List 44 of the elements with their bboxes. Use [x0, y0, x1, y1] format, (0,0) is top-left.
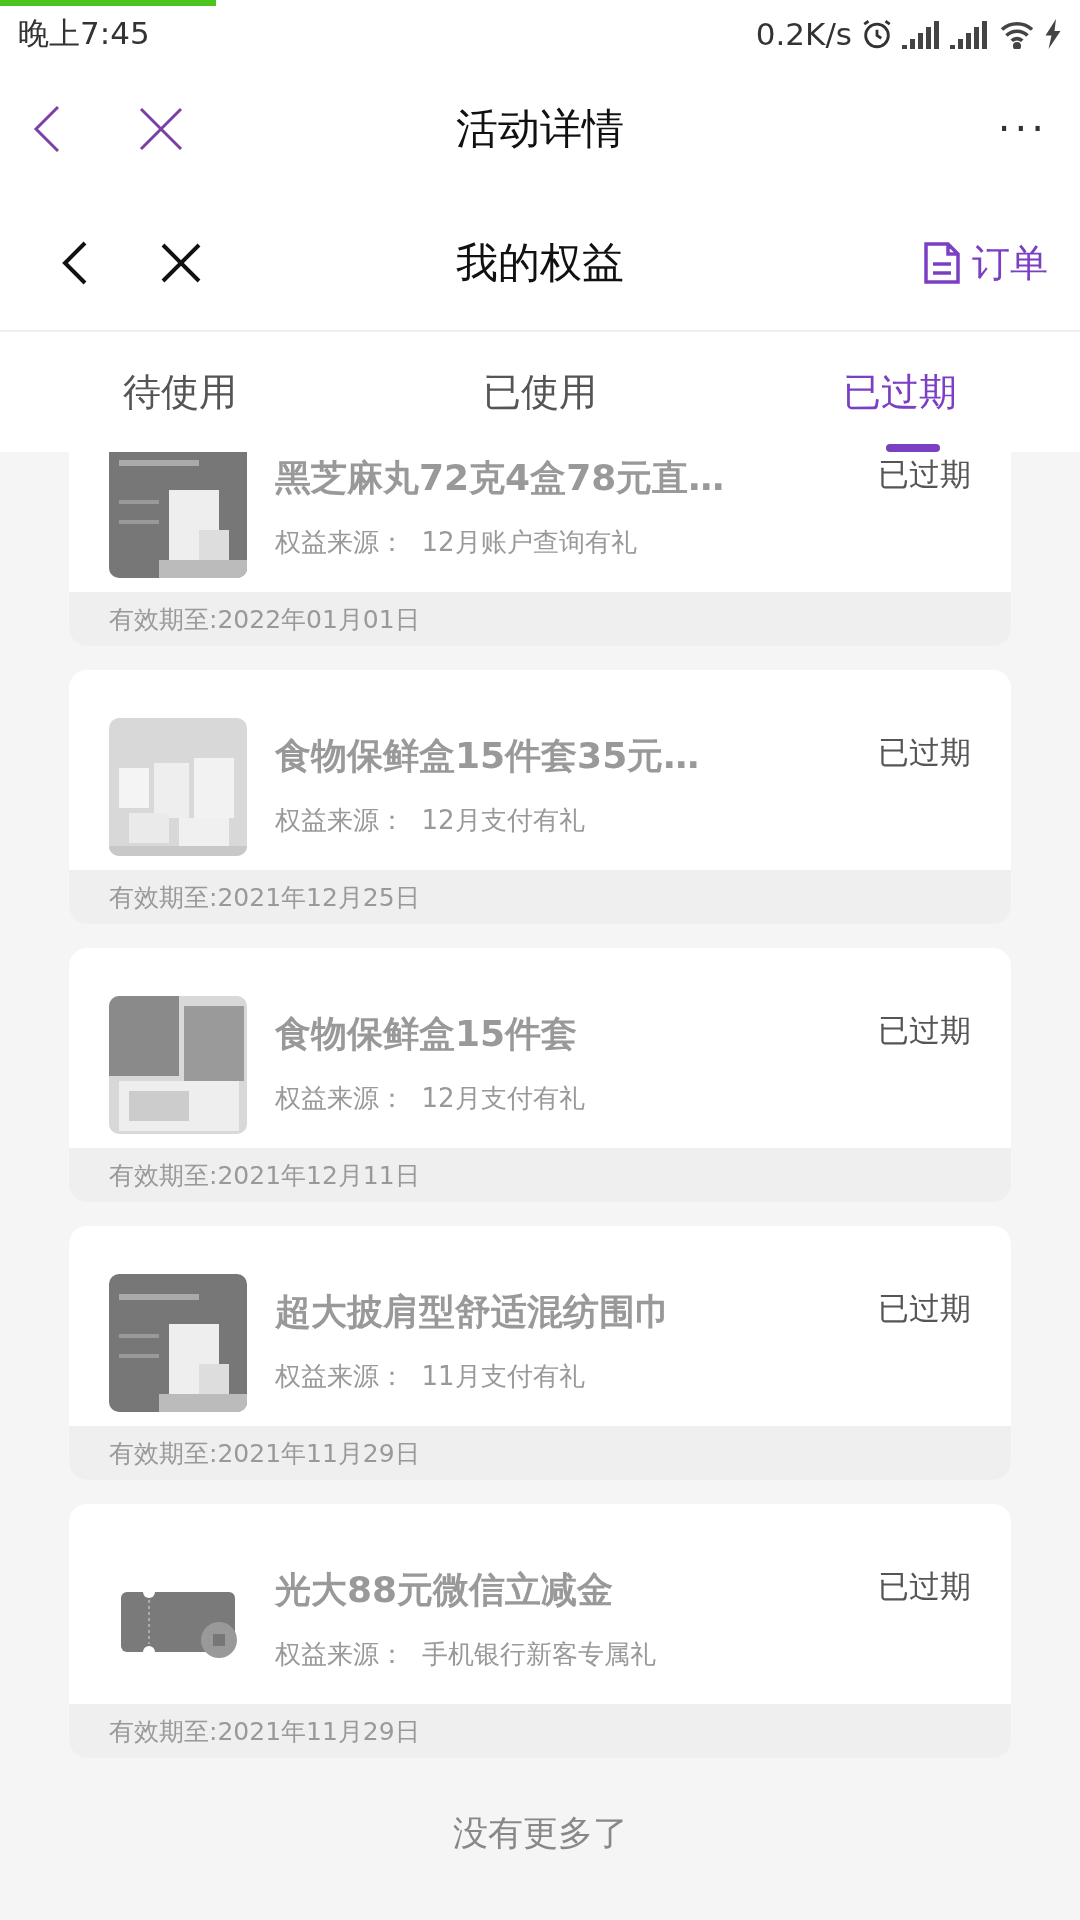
close-icon[interactable]	[138, 106, 184, 152]
more-button[interactable]: ···	[989, 98, 1056, 160]
page-title: 活动详情	[456, 103, 624, 155]
benefit-source: 权益来源： 11月支付有礼	[275, 1360, 586, 1393]
back-icon[interactable]	[62, 240, 88, 286]
signal-icon	[950, 19, 990, 49]
tab[interactable]: 已使用	[360, 332, 720, 452]
benefit-card[interactable]: 食物保鲜盒15件套35元… 权益来源： 12月支付有礼 已过期 有效期至:2021年12月25日	[69, 670, 1011, 924]
valid-until-text: 有效期至:2021年12月25日	[109, 881, 420, 914]
status-label: 已过期	[878, 1289, 971, 1328]
close-icon[interactable]	[160, 242, 202, 284]
benefit-card[interactable]: 黑芝麻丸72克4盒78元直… 权益来源： 12月账户查询有礼 已过期 有效期至:2022年01月01日	[69, 452, 1011, 646]
valid-until-text: 有效期至:2021年12月11日	[109, 1159, 420, 1192]
document-icon[interactable]	[922, 240, 962, 286]
valid-until-text: 有效期至:2021年11月29日	[109, 1437, 420, 1470]
status-label: 已过期	[878, 455, 971, 494]
status-label: 已过期	[878, 733, 971, 772]
network-speed: 0.2K/s	[755, 16, 852, 52]
valid-until-text: 有效期至:2021年11月29日	[109, 1715, 420, 1748]
benefit-source: 权益来源： 12月支付有礼	[275, 804, 586, 837]
benefit-title: 黑芝麻丸72克4盒78元直…	[275, 456, 726, 500]
wifi-icon	[998, 19, 1036, 49]
orders-button[interactable]: 订单	[914, 229, 1056, 297]
benefit-source: 权益来源： 12月支付有礼	[275, 1082, 586, 1115]
benefit-source: 权益来源： 12月账户查询有礼	[275, 526, 638, 559]
tab[interactable]: 待使用	[0, 332, 360, 452]
benefit-title: 光大88元微信立减金	[275, 1568, 615, 1612]
valid-until-text: 有效期至:2022年01月01日	[109, 603, 420, 636]
tab[interactable]: 已过期	[720, 332, 1080, 452]
benefit-source: 权益来源： 手机银行新客专属礼	[275, 1638, 657, 1671]
benefit-card[interactable]: 食物保鲜盒15件套 权益来源： 12月支付有礼 已过期 有效期至:2021年12月11日	[69, 948, 1011, 1202]
signal-icon	[902, 19, 942, 49]
charging-icon	[1044, 19, 1062, 49]
benefit-title: 食物保鲜盒15件套	[275, 1012, 579, 1056]
status-label: 已过期	[878, 1567, 971, 1606]
benefit-title: 食物保鲜盒15件套35元…	[275, 734, 701, 778]
end-of-list-text: 没有更多了	[452, 1811, 628, 1855]
benefit-card[interactable]: 超大披肩型舒适混纺围巾 权益来源： 11月支付有礼 已过期 有效期至:2021年11月29日	[69, 1226, 1011, 1480]
back-icon[interactable]	[32, 104, 62, 154]
benefit-card[interactable]: 光大88元微信立减金 权益来源： 手机银行新客专属礼 已过期 有效期至:2021年11月29日	[69, 1504, 1011, 1758]
benefit-title: 超大披肩型舒适混纺围巾	[275, 1290, 672, 1334]
status-time: 晚上7:45	[18, 14, 150, 53]
status-label: 已过期	[878, 1011, 971, 1050]
page-title: 我的权益	[456, 237, 624, 289]
